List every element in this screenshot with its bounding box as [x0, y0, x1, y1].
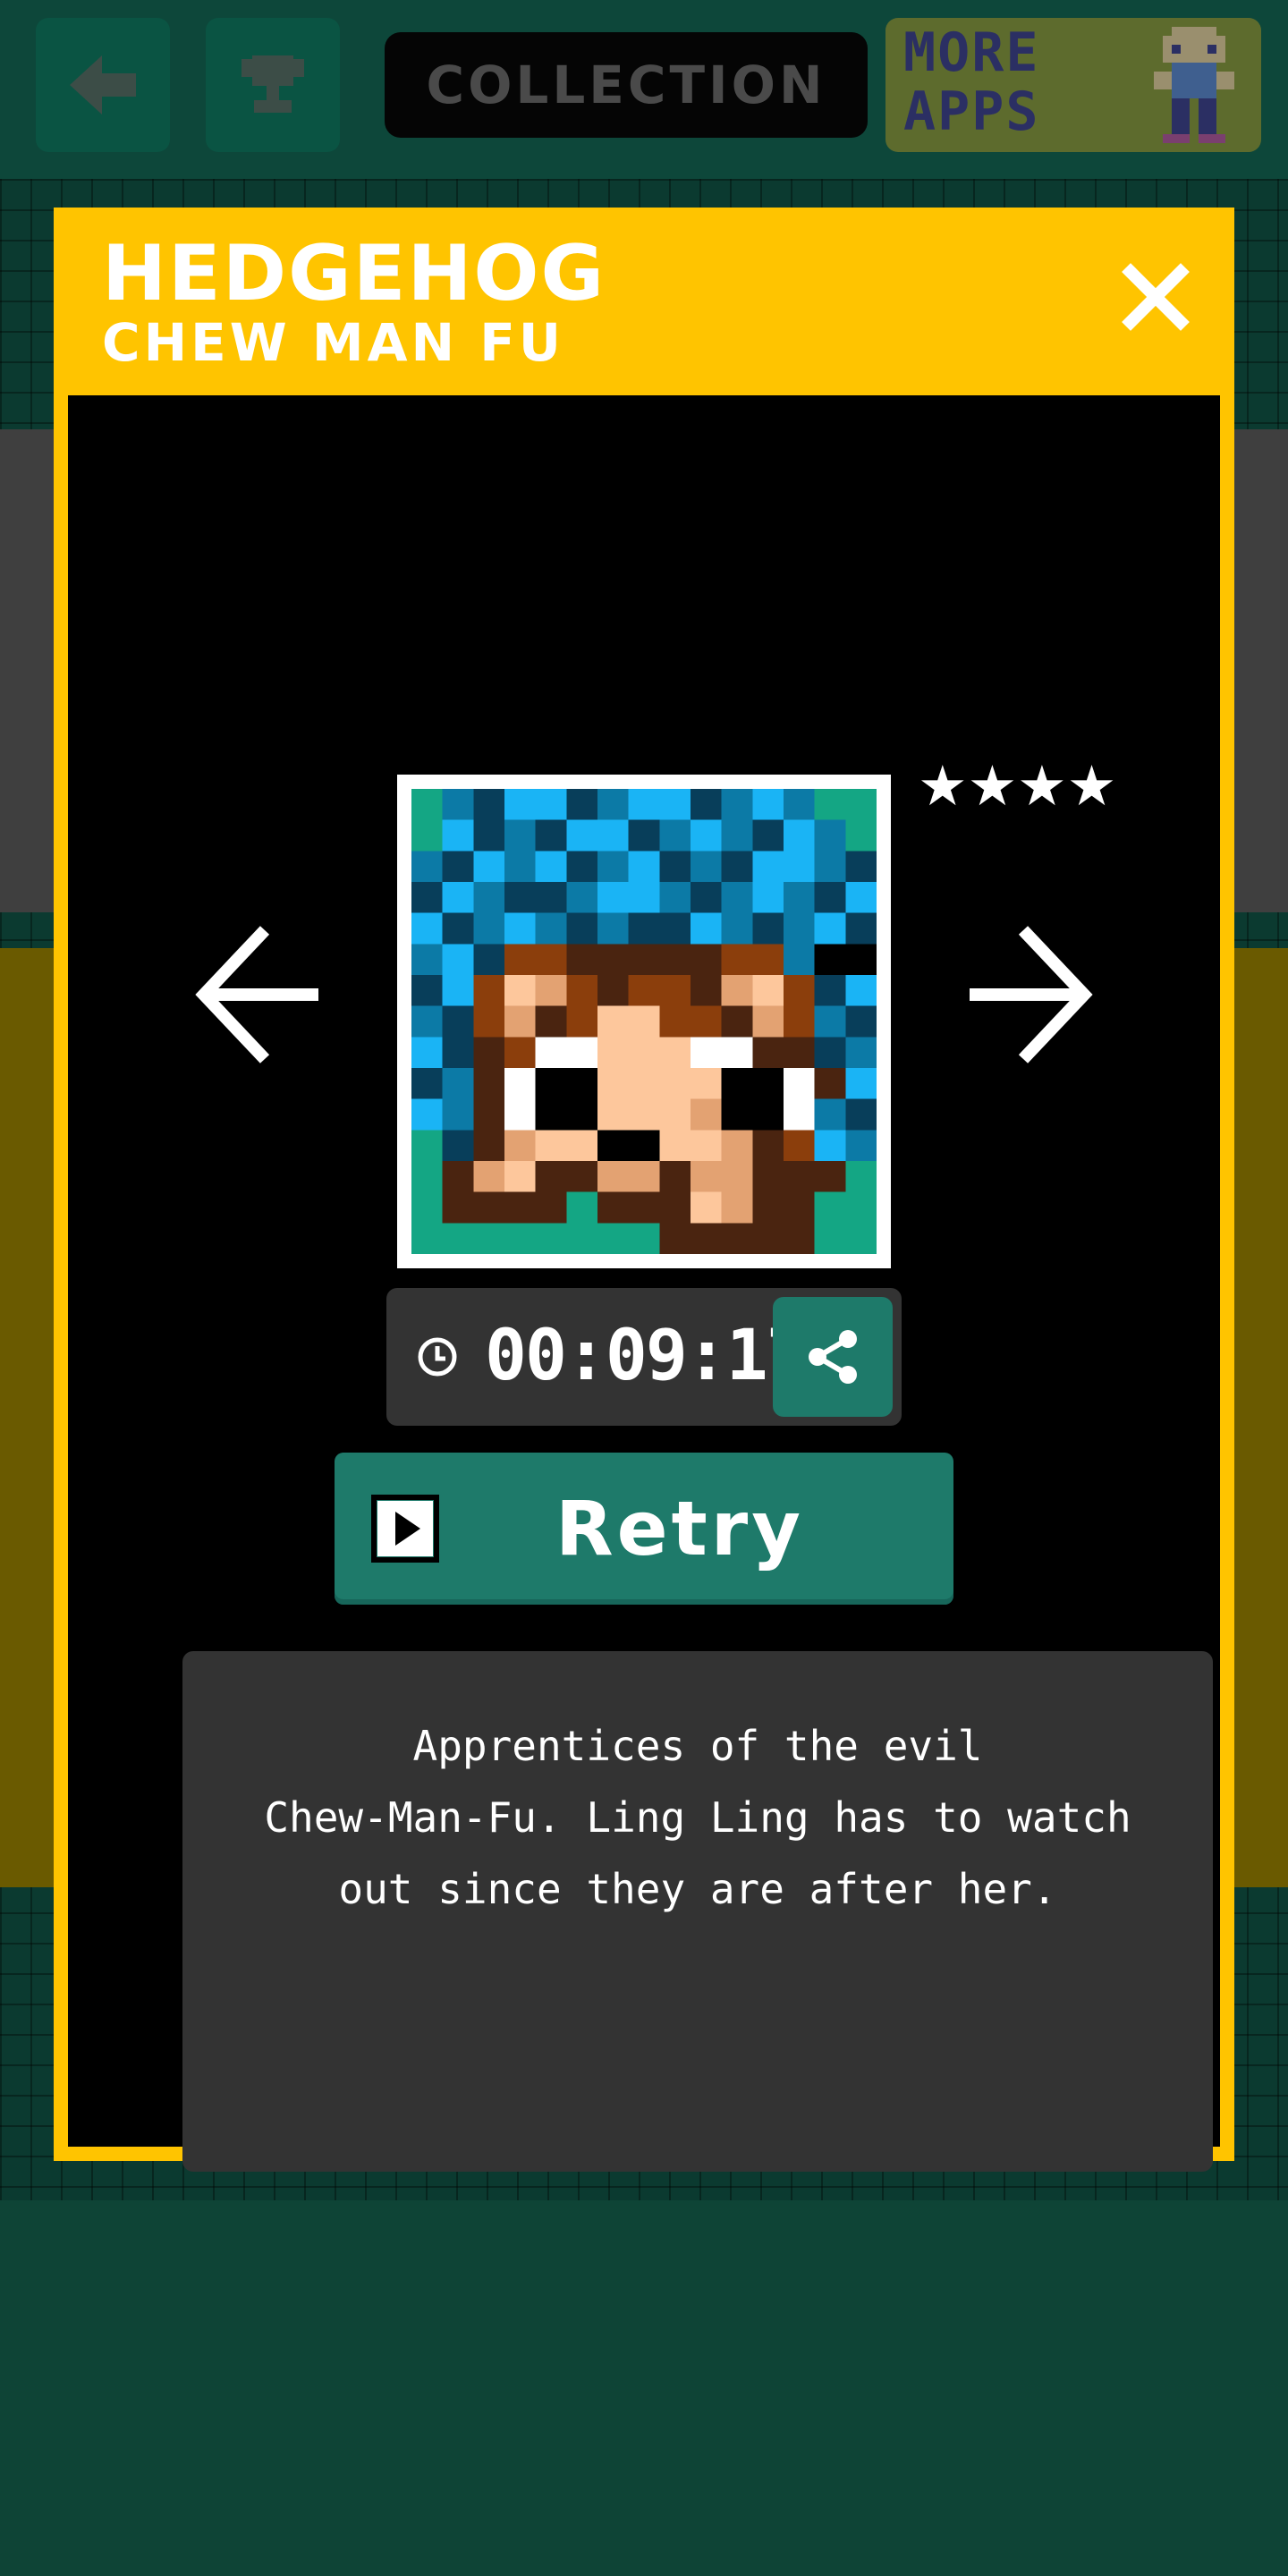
clock-icon: [418, 1337, 457, 1377]
background-yellow-left: [0, 948, 54, 1887]
clear-time: 00:09:17: [485, 1316, 809, 1396]
close-icon: [1122, 263, 1190, 331]
arrow-left-icon: [70, 55, 136, 114]
modal-body: ★★★★ 00:09:17 Retry Apprentices of the e…: [68, 395, 1220, 2172]
background-panel-right: [1234, 429, 1288, 912]
background-yellow-right: [1234, 948, 1288, 1887]
clear-time-box: 00:09:17: [386, 1288, 902, 1426]
trophy-button[interactable]: [206, 18, 340, 152]
background-lower: [0, 2200, 1288, 2576]
retry-button[interactable]: Retry: [335, 1453, 953, 1605]
more-apps-label: MORE APPS: [903, 23, 1145, 141]
detail-modal: HEDGEHOG CHEW MAN FU ★★★★ 00:09:17 Retry…: [54, 208, 1234, 2172]
more-apps-line2: APPS: [903, 80, 1040, 143]
modal-header: HEDGEHOG CHEW MAN FU: [54, 208, 1234, 395]
description-text: Apprentices of the evil Chew-Man-Fu. Lin…: [264, 1722, 1131, 1913]
share-icon: [809, 1330, 857, 1384]
trophy-icon: [242, 55, 304, 113]
hedgehog-pixel-art: [411, 789, 877, 1254]
retry-label: Retry: [555, 1485, 804, 1572]
play-icon: [371, 1495, 439, 1563]
page-title: COLLECTION: [385, 32, 868, 138]
close-button[interactable]: [1120, 261, 1191, 333]
more-apps-button[interactable]: MORE APPS: [886, 18, 1261, 152]
top-bar: COLLECTION MORE APPS: [0, 0, 1288, 179]
star-rating: ★★★★: [918, 753, 1117, 818]
character-icon: [1154, 27, 1234, 143]
character-portrait: [397, 775, 891, 1268]
modal-subtitle: CHEW MAN FU: [102, 312, 564, 373]
arrow-left-icon[interactable]: [193, 914, 327, 1075]
modal-title: HEDGEHOG: [102, 229, 606, 318]
arrow-right-icon[interactable]: [961, 914, 1095, 1075]
background-panel-left: [0, 429, 54, 912]
more-apps-line1: MORE: [903, 21, 1040, 84]
share-button[interactable]: [773, 1297, 893, 1417]
back-button[interactable]: [36, 18, 170, 152]
description-box: Apprentices of the evil Chew-Man-Fu. Lin…: [182, 1651, 1213, 2172]
